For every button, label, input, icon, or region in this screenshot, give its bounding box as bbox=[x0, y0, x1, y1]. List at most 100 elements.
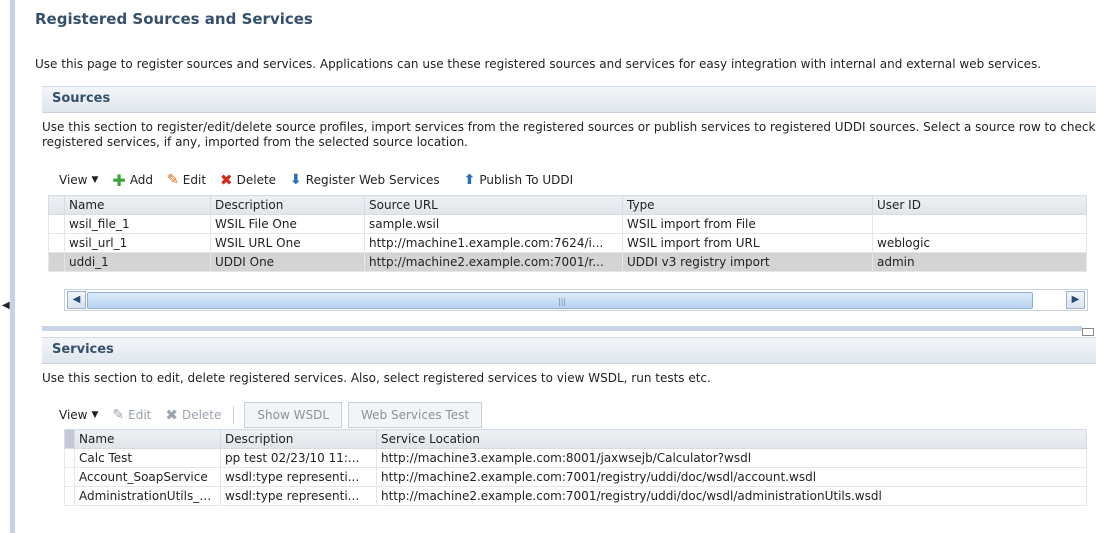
row-selector[interactable] bbox=[48, 233, 65, 253]
page-title: Registered Sources and Services bbox=[35, 10, 313, 28]
cell-type: UDDI v3 registry import bbox=[622, 252, 873, 272]
sources-description: Use this section to register/edit/delete… bbox=[42, 120, 1096, 150]
cell-name: AdministrationUtils_S... bbox=[74, 486, 221, 506]
scroll-right-icon[interactable]: ▶ bbox=[1066, 291, 1085, 309]
delete-button-label: Delete bbox=[181, 408, 222, 422]
cell-location: http://machine2.example.com:7001/registr… bbox=[376, 467, 1087, 487]
column-header-description[interactable]: Description bbox=[220, 429, 377, 449]
cell-description: WSIL URL One bbox=[210, 233, 365, 253]
sources-table: Name Description Source URL Type User ID… bbox=[48, 195, 1087, 272]
pencil-icon: ✎ bbox=[112, 407, 125, 423]
cell-name: Calc Test bbox=[74, 448, 221, 468]
add-button[interactable]: ✚ Add bbox=[112, 171, 153, 190]
sources-toolbar: View ▼ ✚ Add ✎ Edit ✖ Delete ⬇ Register … bbox=[59, 169, 587, 191]
services-description: Use this section to edit, delete registe… bbox=[42, 371, 711, 385]
register-web-services-button[interactable]: ⬇ Register Web Services bbox=[290, 172, 440, 188]
cell-description: UDDI One bbox=[210, 252, 365, 272]
cell-url: sample.wsil bbox=[364, 214, 623, 234]
pencil-icon: ✎ bbox=[167, 172, 179, 188]
publish-icon: ⬆ bbox=[463, 172, 476, 188]
web-services-test-button[interactable]: Web Services Test bbox=[348, 402, 483, 428]
cell-user bbox=[872, 214, 1087, 234]
table-row[interactable]: wsil_file_1 WSIL File One sample.wsil WS… bbox=[48, 214, 1087, 234]
cell-user: admin bbox=[872, 252, 1087, 272]
table-row-selected[interactable]: uddi_1 UDDI One http://machine2.example.… bbox=[48, 252, 1087, 272]
column-header-description[interactable]: Description bbox=[210, 195, 365, 215]
services-edit-button[interactable]: ✎ Edit bbox=[112, 407, 151, 423]
collapse-panel-icon[interactable]: ◀ bbox=[2, 300, 10, 311]
delete-button[interactable]: ✖ Delete bbox=[220, 171, 276, 189]
view-menu[interactable]: View ▼ bbox=[59, 173, 98, 187]
horizontal-scrollbar[interactable]: ◀ ||| ▶ bbox=[64, 289, 1088, 311]
cell-name: Account_SoapService bbox=[74, 467, 221, 487]
column-header-service-location[interactable]: Service Location bbox=[376, 429, 1087, 449]
cell-description: wsdl:type representi... bbox=[220, 467, 377, 487]
cell-name: wsil_file_1 bbox=[64, 214, 211, 234]
services-header-title: Services bbox=[52, 342, 114, 357]
services-view-menu[interactable]: View ▼ bbox=[59, 408, 98, 422]
cell-url: http://machine2.example.com:7001/r... bbox=[364, 252, 623, 272]
publish-to-uddi-button[interactable]: ⬆ Publish To UDDI bbox=[464, 172, 574, 188]
cell-location: http://machine2.example.com:7001/registr… bbox=[376, 486, 1087, 506]
cell-user: weblogic bbox=[872, 233, 1087, 253]
table-row[interactable]: Calc Test pp test 02/23/10 11:... http:/… bbox=[64, 448, 1087, 468]
column-header-name[interactable]: Name bbox=[74, 429, 221, 449]
cell-name: wsil_url_1 bbox=[64, 233, 211, 253]
publish-button-label: Publish To UDDI bbox=[479, 173, 574, 187]
row-selector[interactable] bbox=[48, 214, 65, 234]
services-table-header: Name Description Service Location bbox=[64, 429, 1087, 449]
left-panel-divider[interactable] bbox=[10, 0, 15, 533]
table-row[interactable]: Account_SoapService wsdl:type representi… bbox=[64, 467, 1087, 487]
cell-type: WSIL import from File bbox=[622, 214, 873, 234]
cell-url: http://machine1.example.com:7624/i... bbox=[364, 233, 623, 253]
row-selector[interactable] bbox=[48, 252, 65, 272]
table-row[interactable]: AdministrationUtils_S... wsdl:type repre… bbox=[64, 486, 1087, 506]
edit-button[interactable]: ✎ Edit bbox=[167, 172, 206, 188]
restore-icon[interactable] bbox=[1082, 328, 1094, 336]
register-button-label: Register Web Services bbox=[305, 173, 440, 187]
cell-name: uddi_1 bbox=[64, 252, 211, 272]
sources-header-title: Sources bbox=[52, 91, 111, 106]
add-icon: ✚ bbox=[112, 170, 126, 190]
left-strip bbox=[0, 0, 10, 533]
chevron-down-icon: ▼ bbox=[91, 410, 99, 420]
add-button-label: Add bbox=[129, 173, 154, 187]
cell-description: WSIL File One bbox=[210, 214, 365, 234]
column-header-user-id[interactable]: User ID bbox=[872, 195, 1087, 215]
view-menu-label: View bbox=[59, 173, 88, 187]
row-selector[interactable] bbox=[64, 486, 75, 506]
services-delete-button[interactable]: ✖ Delete bbox=[165, 406, 221, 424]
column-header-type[interactable]: Type bbox=[622, 195, 873, 215]
edit-button-label: Edit bbox=[182, 173, 207, 187]
column-header-name[interactable]: Name bbox=[64, 195, 211, 215]
cell-description: pp test 02/23/10 11:... bbox=[220, 448, 377, 468]
services-header: Services bbox=[42, 337, 1096, 364]
register-icon: ⬇ bbox=[290, 172, 302, 188]
section-splitter[interactable] bbox=[42, 326, 1082, 331]
cell-description: wsdl:type representi... bbox=[220, 486, 377, 506]
page-description: Use this page to register sources and se… bbox=[35, 57, 1042, 71]
chevron-down-icon: ▼ bbox=[91, 175, 99, 185]
sources-description-line2: registered services, if any, imported fr… bbox=[42, 135, 468, 149]
row-selector-header[interactable] bbox=[64, 429, 75, 449]
delete-icon: ✖ bbox=[165, 406, 178, 424]
cell-location: http://machine3.example.com:8001/jaxwsej… bbox=[376, 448, 1087, 468]
view-menu-label: View bbox=[59, 408, 88, 422]
row-selector-header bbox=[48, 195, 65, 215]
services-toolbar: View ▼ ✎ Edit ✖ Delete Show WSDL Web Ser… bbox=[59, 402, 488, 428]
scrollbar-thumb[interactable]: ||| bbox=[87, 292, 1033, 309]
sources-table-header: Name Description Source URL Type User ID bbox=[48, 195, 1087, 215]
column-header-source-url[interactable]: Source URL bbox=[364, 195, 623, 215]
show-wsdl-button[interactable]: Show WSDL bbox=[244, 402, 343, 428]
edit-button-label: Edit bbox=[128, 408, 152, 422]
table-row[interactable]: wsil_url_1 WSIL URL One http://machine1.… bbox=[48, 233, 1087, 253]
grip-icon: ||| bbox=[558, 297, 567, 306]
delete-button-label: Delete bbox=[236, 173, 277, 187]
row-selector[interactable] bbox=[64, 448, 75, 468]
delete-icon: ✖ bbox=[220, 171, 233, 189]
row-selector[interactable] bbox=[64, 467, 75, 487]
cell-type: WSIL import from URL bbox=[622, 233, 873, 253]
sources-header: Sources bbox=[42, 86, 1096, 113]
sources-description-line1: Use this section to register/edit/delete… bbox=[42, 120, 1096, 134]
scroll-left-icon[interactable]: ◀ bbox=[67, 291, 86, 309]
